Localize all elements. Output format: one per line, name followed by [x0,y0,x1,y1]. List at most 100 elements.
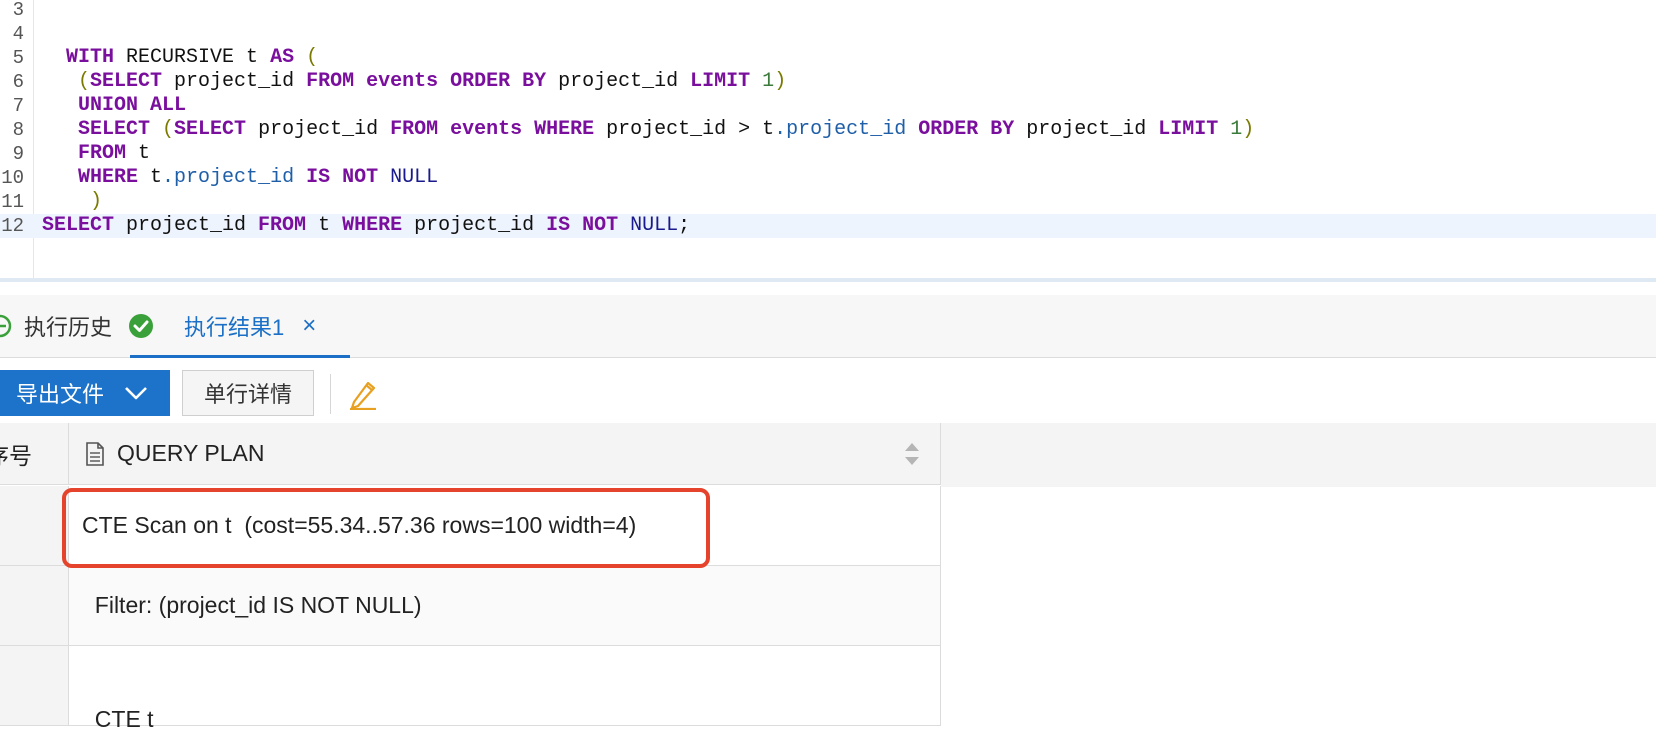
code-token: ) [90,190,103,213]
code-token: SELECT [42,214,115,237]
code-line[interactable]: 12 SELECT project_id FROM t WHERE project… [0,214,1656,238]
code-text: ) [42,190,102,214]
code-line[interactable]: 5 WITH RECURSIVE t AS ( [0,46,1656,70]
line-number: 7 [12,95,24,117]
code-token: ( [78,70,91,93]
export-file-label: 导出文件 [16,382,105,407]
code-token: FROM [78,142,127,165]
document-icon [86,441,104,466]
query-plan-cell[interactable]: Filter: (project_id IS NOT NULL) [69,566,941,645]
query-plan-column-header[interactable]: QUERY PLAN [69,423,941,485]
toolbar-divider [330,374,331,414]
code-token: t [138,166,163,189]
code-token: LIMIT [690,70,751,93]
index-header-label: 序号 [0,442,32,469]
code-text: WHERE t.project_id IS NOT NULL [42,166,438,190]
code-token: t [306,214,343,237]
code-token: IS NOT [546,214,619,237]
query-plan-text: CTE t [82,706,154,732]
tab-execution-history[interactable]: 执行历史 [0,295,112,357]
code-token: LIMIT [1158,118,1219,141]
sort-icon[interactable] [904,441,920,467]
code-token: ) [774,70,787,93]
code-text: FROM t [42,142,150,166]
code-token: WHERE [342,214,403,237]
table-row[interactable]: Filter: (project_id IS NOT NULL) [0,566,941,646]
line-number: 10 [1,167,24,189]
history-clock-icon [0,314,12,338]
code-token: ( [294,46,319,69]
edit-pencil-icon[interactable] [348,376,378,410]
code-token: IS NOT [294,166,379,189]
success-check-icon [129,314,153,338]
code-token: ; [678,214,691,237]
row-index-cell [0,646,69,725]
code-line[interactable]: 7 UNION ALL [0,94,1656,118]
code-token: FROM [390,118,439,141]
code-token: WITH [66,46,115,69]
code-line[interactable]: 11 ) [0,190,1656,214]
row-detail-label: 单行详情 [203,382,292,407]
line-number: 3 [12,0,24,21]
code-token: SELECT [174,118,247,141]
query-plan-header-label: QUERY PLAN [117,440,265,466]
code-token: FROM [306,70,355,93]
code-token: project_id [246,118,391,141]
code-token: UNION ALL [78,94,187,117]
code-token: project_id [402,214,547,237]
code-token: NULL [378,166,439,189]
chevron-down-icon [125,387,147,400]
line-number: 5 [12,47,24,69]
row-index-cell [0,566,69,645]
code-token: ORDER BY [906,118,1015,141]
editor-splitter[interactable] [0,278,1656,282]
tab-execution-result[interactable]: 执行结果1 × [129,295,350,357]
code-token: events [354,70,451,93]
line-number: 11 [1,191,24,213]
query-plan-cell[interactable]: CTE t [69,646,941,732]
code-line[interactable]: 3 [0,0,1656,22]
code-line[interactable]: 4 [0,22,1656,46]
code-token: WHERE [534,118,595,141]
line-number: 6 [12,71,24,93]
code-token: .project_id [162,166,295,189]
line-number: 8 [12,119,24,141]
code-token: WHERE [78,166,139,189]
code-token: events [438,118,535,141]
code-line[interactable]: 8 SELECT (SELECT project_id FROM events … [0,118,1656,142]
grid-empty-area [941,423,1656,487]
line-number: 4 [12,23,24,45]
code-text: SELECT project_id FROM t WHERE project_i… [42,214,690,238]
code-token: AS [270,46,295,69]
row-detail-button[interactable]: 单行详情 [182,370,314,416]
code-line[interactable]: 10 WHERE t.project_id IS NOT NULL [0,166,1656,190]
highlight-annotation [62,488,710,568]
table-row[interactable]: CTE t [0,646,941,732]
close-tab-icon[interactable]: × [302,312,316,340]
export-file-button[interactable]: 导出文件 [0,370,170,416]
result-tabbar: 执行历史 执行结果1 × [0,295,1656,358]
row-index-cell [0,486,69,565]
code-token: SELECT [90,70,163,93]
code-line[interactable]: 6 (SELECT project_id FROM events ORDER B… [0,70,1656,94]
code-token: SELECT [78,118,151,141]
code-token: project_id [1014,118,1159,141]
code-text: UNION ALL [42,94,186,118]
tab-history-label: 执行历史 [24,315,113,340]
result-toolbar: 导出文件 单行详情 [0,358,1656,424]
code-token: .project_id [774,118,907,141]
code-token: 1 [1218,118,1243,141]
code-token: ORDER BY [450,70,547,93]
code-line[interactable]: 9 FROM t [0,142,1656,166]
code-token: RECURSIVE t [114,46,271,69]
code-token: t [126,142,151,165]
code-token: project_id [162,70,307,93]
sql-editor[interactable]: 345 WITH RECURSIVE t AS (6 (SELECT proje… [0,0,1656,282]
code-token: project_id [546,70,691,93]
